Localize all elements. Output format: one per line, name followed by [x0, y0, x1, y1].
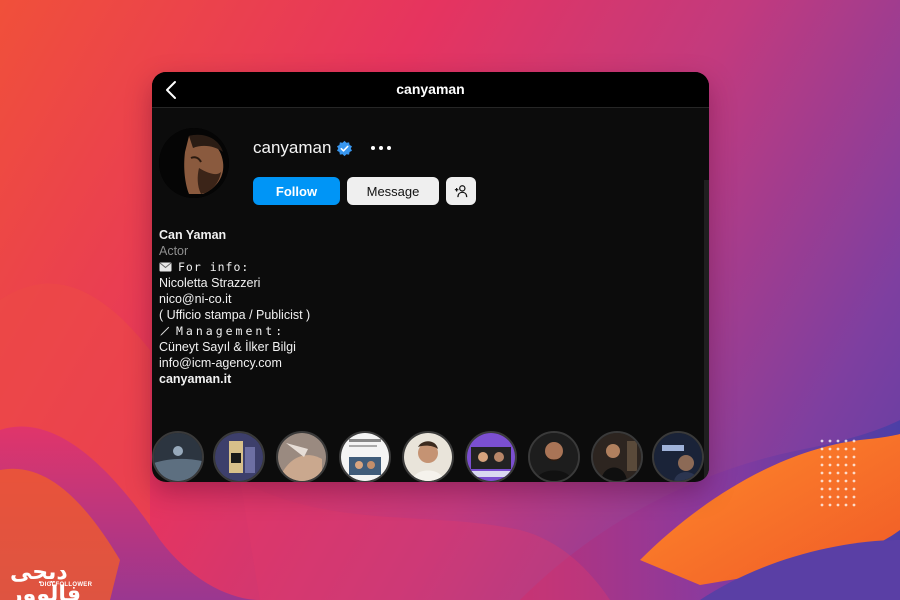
add-user-button[interactable]	[446, 177, 476, 205]
dot-grid-decoration	[820, 439, 856, 507]
add-user-icon	[454, 185, 468, 198]
highlight-item[interactable]	[339, 431, 391, 482]
profile-actions: Follow Message	[253, 177, 476, 206]
verified-badge-icon	[337, 140, 353, 156]
pen-icon	[159, 326, 170, 336]
scrollbar[interactable]	[704, 180, 709, 482]
full-name: Can Yaman	[159, 228, 227, 242]
info-heading-row: 𝙵𝚘𝚛 𝚒𝚗𝚏𝚘:	[159, 259, 310, 275]
publicist-email[interactable]: nico@ni-co.it	[159, 291, 310, 307]
highlight-item[interactable]	[152, 431, 204, 482]
username-row: canyaman	[253, 136, 392, 160]
website-link[interactable]: canyaman.it	[159, 371, 310, 387]
story-highlights	[152, 429, 709, 482]
category: Actor	[159, 244, 189, 258]
highlight-item[interactable]	[276, 431, 328, 482]
management-heading: 𝙼𝚊𝚗𝚊𝚐𝚎𝚖𝚎𝚗𝚝:	[176, 324, 286, 338]
message-button[interactable]: Message	[347, 177, 439, 205]
digi-follower-logo: دیجی فالوور DIGI FOLLOWER	[10, 562, 100, 600]
management-heading-row: 𝙼𝚊𝚗𝚊𝚐𝚎𝚖𝚎𝚗𝚝:	[159, 323, 310, 339]
logo-subtext: DIGI FOLLOWER	[40, 582, 93, 588]
profile-window: canyaman canyaman Follow Message Can Yam…	[152, 72, 709, 482]
highlight-item[interactable]	[591, 431, 643, 482]
management-names: Cüneyt Sayıl & İlker Bilgi	[159, 340, 296, 354]
avatar-photo	[159, 128, 229, 198]
username: canyaman	[253, 138, 332, 157]
highlight-item[interactable]	[528, 431, 580, 482]
top-bar: canyaman	[152, 72, 709, 108]
logo-text: دیجی فالوور	[10, 560, 82, 600]
publicist-role: ( Ufficio stampa / Publicist )	[159, 308, 311, 322]
management-email[interactable]: info@icm-agency.com	[159, 355, 310, 371]
follow-button[interactable]: Follow	[253, 177, 340, 205]
envelope-icon	[159, 262, 172, 272]
avatar[interactable]	[159, 128, 229, 198]
bio: Can Yaman Actor 𝙵𝚘𝚛 𝚒𝚗𝚏𝚘: Nicoletta Stra…	[159, 227, 310, 387]
publicist-name: Nicoletta Strazzeri	[159, 276, 261, 290]
highlight-item[interactable]	[213, 431, 265, 482]
more-options-icon[interactable]	[370, 143, 392, 153]
highlight-item[interactable]	[465, 431, 517, 482]
highlight-item[interactable]	[652, 431, 704, 482]
info-heading: 𝙵𝚘𝚛 𝚒𝚗𝚏𝚘:	[178, 260, 250, 274]
page-title: canyaman	[396, 81, 465, 97]
highlight-item[interactable]	[402, 431, 454, 482]
